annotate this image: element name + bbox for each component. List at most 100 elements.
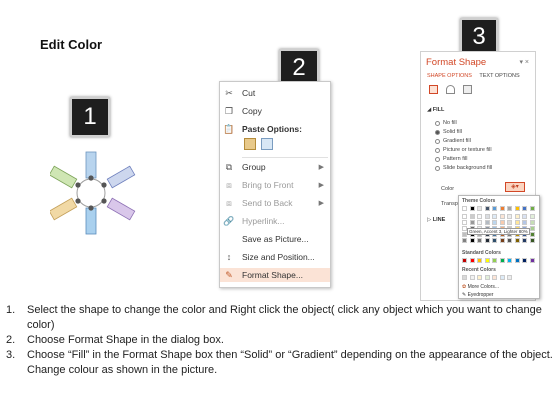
- theme-color-swatch[interactable]: [522, 214, 527, 219]
- menu-item-save-as-picture[interactable]: Save as Picture...: [220, 232, 330, 246]
- recent-color-swatch[interactable]: [499, 275, 505, 280]
- standard-color-swatch[interactable]: [462, 258, 467, 263]
- size-properties-icon[interactable]: [463, 85, 472, 94]
- effects-icon[interactable]: [446, 85, 455, 94]
- standard-color-swatch[interactable]: [529, 258, 535, 263]
- theme-color-swatch[interactable]: [469, 238, 475, 243]
- standard-color-swatch[interactable]: [499, 258, 505, 263]
- theme-color-swatch[interactable]: [469, 206, 475, 211]
- menu-item-label: Size and Position...: [242, 252, 315, 262]
- standard-color-swatch[interactable]: [522, 258, 527, 263]
- theme-color-swatch[interactable]: [529, 226, 535, 231]
- fill-option-pattern-fill[interactable]: Pattern fill: [435, 156, 467, 162]
- recent-color-swatch[interactable]: [484, 275, 490, 280]
- theme-color-swatch[interactable]: [484, 206, 490, 211]
- theme-color-swatch[interactable]: [522, 220, 527, 225]
- theme-color-swatch[interactable]: [477, 206, 482, 211]
- more-colors-option[interactable]: ✿ More Colors...: [462, 284, 499, 290]
- theme-color-swatch[interactable]: [529, 206, 535, 211]
- theme-color-swatch[interactable]: [492, 206, 497, 211]
- theme-color-swatch[interactable]: [522, 238, 527, 243]
- standard-color-swatch[interactable]: [507, 258, 512, 263]
- menu-item-paste-options: 📋 Paste Options:: [220, 122, 330, 136]
- shape-diagram[interactable]: [50, 150, 140, 236]
- menu-item-size-and-position[interactable]: ↕ Size and Position...: [220, 250, 330, 264]
- theme-color-swatch[interactable]: [469, 220, 475, 225]
- theme-color-swatch[interactable]: [529, 220, 535, 225]
- pane-close-button[interactable]: ▾ ×: [519, 58, 529, 66]
- standard-color-swatch[interactable]: [469, 258, 475, 263]
- theme-color-swatch[interactable]: [492, 238, 497, 243]
- menu-item-format-shape[interactable]: ✎ Format Shape...: [220, 268, 330, 282]
- theme-color-swatch[interactable]: [529, 238, 535, 243]
- theme-color-swatch[interactable]: [499, 220, 505, 225]
- theme-color-swatch[interactable]: [514, 220, 520, 225]
- theme-color-swatch[interactable]: [507, 214, 512, 219]
- theme-color-swatch[interactable]: [462, 214, 467, 219]
- menu-item-send-to-back[interactable]: ⧈ Send to Back ▶: [220, 196, 330, 210]
- theme-color-swatch[interactable]: [477, 238, 482, 243]
- page-title: Edit Color: [40, 37, 103, 52]
- paint-bucket-icon: ◈▾: [511, 184, 519, 190]
- fill-line-icon[interactable]: [429, 85, 438, 94]
- theme-color-swatch[interactable]: [477, 220, 482, 225]
- theme-color-swatch[interactable]: [507, 206, 512, 211]
- fill-option-gradient-fill[interactable]: Gradient fill: [435, 138, 471, 144]
- radio-icon: [435, 120, 440, 126]
- pane-icon-row: [429, 85, 472, 94]
- standard-color-swatch[interactable]: [484, 258, 490, 263]
- color-tooltip: Green, Accent 3, Lighter 80%: [467, 228, 530, 235]
- menu-item-copy[interactable]: ❐ Copy: [220, 104, 330, 118]
- theme-color-swatch[interactable]: [507, 238, 512, 243]
- theme-color-swatch[interactable]: [484, 238, 490, 243]
- theme-colors-grid: [462, 206, 538, 246]
- theme-color-swatch[interactable]: [462, 238, 467, 243]
- color-picker-button[interactable]: ◈▾: [505, 182, 525, 192]
- theme-color-swatch[interactable]: [462, 220, 467, 225]
- theme-color-swatch[interactable]: [529, 214, 535, 219]
- tab-text-options[interactable]: TEXT OPTIONS: [479, 73, 519, 79]
- section-line-header[interactable]: ▷ LINE: [427, 217, 445, 223]
- recent-colors-row: [462, 275, 538, 281]
- theme-color-swatch[interactable]: [499, 214, 505, 219]
- recent-color-swatch[interactable]: [477, 275, 482, 280]
- theme-color-swatch[interactable]: [492, 214, 497, 219]
- fill-option-picture-fill[interactable]: Picture or texture fill: [435, 147, 492, 153]
- recent-color-swatch[interactable]: [507, 275, 512, 280]
- standard-color-swatch[interactable]: [477, 258, 482, 263]
- color-palette-dropdown: Theme Colors Green, Accent 3, Lighter 80…: [458, 195, 540, 299]
- theme-color-swatch[interactable]: [529, 232, 535, 237]
- section-fill-header[interactable]: ◢ FILL: [427, 107, 444, 113]
- theme-color-swatch[interactable]: [507, 220, 512, 225]
- menu-item-cut[interactable]: ✂ Cut: [220, 86, 330, 100]
- pane-tabs: SHAPE OPTIONS TEXT OPTIONS: [427, 73, 526, 79]
- theme-color-swatch[interactable]: [462, 206, 467, 211]
- scissors-icon: ✂: [225, 87, 233, 98]
- menu-item-bring-to-front[interactable]: ⧈ Bring to Front ▶: [220, 178, 330, 192]
- theme-color-swatch[interactable]: [514, 206, 520, 211]
- recent-color-swatch[interactable]: [492, 275, 497, 280]
- eyedropper-option[interactable]: ✎ Eyedropper: [462, 292, 493, 298]
- theme-color-swatch[interactable]: [522, 206, 527, 211]
- menu-item-hyperlink[interactable]: 🔗 Hyperlink...: [220, 214, 330, 228]
- paste-picture-icon[interactable]: [261, 138, 273, 150]
- menu-item-group[interactable]: ⧉ Group ▶: [220, 160, 330, 174]
- standard-color-swatch[interactable]: [514, 258, 520, 263]
- theme-color-swatch[interactable]: [499, 238, 505, 243]
- theme-color-swatch[interactable]: [484, 214, 490, 219]
- theme-color-swatch[interactable]: [477, 214, 482, 219]
- paste-keep-formatting-icon[interactable]: [244, 138, 256, 150]
- fill-option-solid-fill[interactable]: Solid fill: [435, 129, 462, 135]
- standard-color-swatch[interactable]: [492, 258, 497, 263]
- theme-color-swatch[interactable]: [514, 214, 520, 219]
- theme-color-swatch[interactable]: [492, 220, 497, 225]
- tab-shape-options[interactable]: SHAPE OPTIONS: [427, 73, 472, 79]
- fill-option-slide-background[interactable]: Slide background fill: [435, 165, 492, 171]
- theme-color-swatch[interactable]: [469, 214, 475, 219]
- fill-option-no-fill[interactable]: No fill: [435, 120, 457, 126]
- recent-color-swatch[interactable]: [462, 275, 467, 280]
- theme-color-swatch[interactable]: [514, 238, 520, 243]
- theme-color-swatch[interactable]: [499, 206, 505, 211]
- theme-color-swatch[interactable]: [484, 220, 490, 225]
- recent-color-swatch[interactable]: [469, 275, 475, 280]
